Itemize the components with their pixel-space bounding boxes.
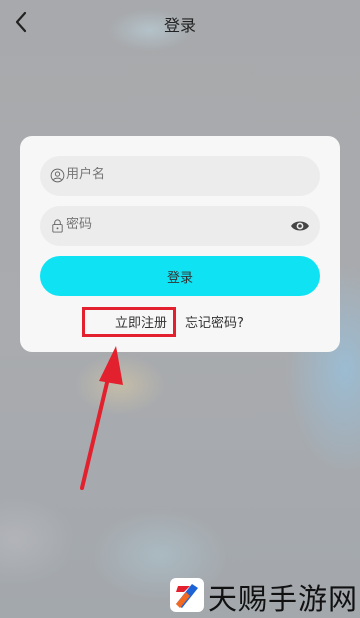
eye-icon[interactable] bbox=[290, 217, 310, 235]
username-field[interactable] bbox=[40, 156, 320, 196]
lock-icon bbox=[52, 219, 63, 233]
login-card: 登录 立即注册 忘记密码? bbox=[20, 136, 340, 352]
watermark-text: 天赐手游网 bbox=[208, 582, 359, 616]
watermark: 天赐手游网 bbox=[164, 570, 360, 618]
page-title: 登录 bbox=[163, 16, 196, 35]
user-circle-icon bbox=[50, 168, 65, 183]
watermark-logo-icon bbox=[170, 578, 204, 612]
header-bar: 登录 bbox=[0, 0, 360, 44]
password-input[interactable] bbox=[66, 217, 286, 232]
forgot-password-link[interactable]: 忘记密码? bbox=[185, 312, 244, 331]
annotation-highlight-box bbox=[82, 307, 176, 337]
username-input[interactable] bbox=[66, 167, 286, 182]
password-field[interactable] bbox=[40, 206, 320, 246]
auth-links: 立即注册 忘记密码? bbox=[20, 312, 340, 332]
login-button[interactable]: 登录 bbox=[40, 256, 320, 296]
